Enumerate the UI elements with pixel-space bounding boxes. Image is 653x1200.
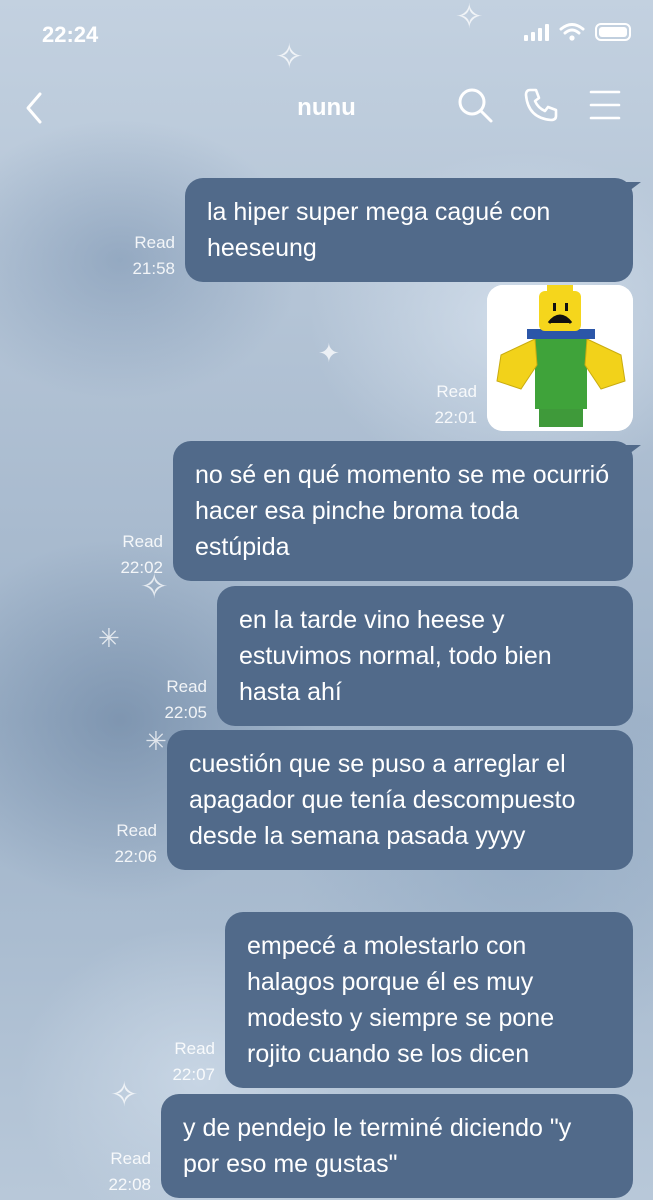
message-time: 22:08 <box>108 1175 151 1194</box>
chat-header: nunu <box>0 70 653 150</box>
message-row: Read 22:08 y de pendejo le terminé dicie… <box>108 1094 633 1198</box>
read-receipt: Read <box>110 1149 151 1168</box>
message-bubble[interactable]: no sé en qué momento se me ocurrió hacer… <box>173 441 641 581</box>
message-meta: Read 21:58 <box>132 230 175 282</box>
star-decoration-icon: ✦ <box>318 338 340 368</box>
message-bubble[interactable]: en la tarde vino heese y estuvimos norma… <box>217 586 633 726</box>
message-meta: Read 22:01 <box>434 379 477 431</box>
read-receipt: Read <box>436 382 477 401</box>
read-receipt: Read <box>166 677 207 696</box>
message-meta: Read 22:06 <box>114 818 157 870</box>
read-receipt: Read <box>116 821 157 840</box>
message-time: 22:06 <box>114 847 157 866</box>
message-meta: Read 22:08 <box>108 1146 151 1198</box>
read-receipt: Read <box>122 532 163 551</box>
message-time: 22:01 <box>434 408 477 427</box>
message-bubble[interactable]: y de pendejo le terminé diciendo "y por … <box>161 1094 633 1198</box>
status-icons <box>524 22 631 42</box>
wifi-icon <box>559 23 585 41</box>
message-time: 22:07 <box>172 1065 215 1084</box>
message-bubble[interactable]: la hiper super mega cagué con heeseung <box>185 178 641 282</box>
message-bubble[interactable]: cuestión que se puso a arreglar el apaga… <box>167 730 633 870</box>
roblox-character-image <box>487 285 633 431</box>
phone-icon[interactable] <box>522 86 560 124</box>
message-row: Read 22:05 en la tarde vino heese y estu… <box>164 586 633 726</box>
message-row: Read 22:01 <box>434 285 633 431</box>
message-row: Read 21:58 la hiper super mega cagué con… <box>132 178 641 282</box>
image-message[interactable] <box>487 285 633 431</box>
message-meta: Read 22:05 <box>164 674 207 726</box>
message-time: 22:05 <box>164 703 207 722</box>
message-row: Read 22:02 no sé en qué momento se me oc… <box>120 441 641 581</box>
search-icon[interactable] <box>456 86 494 124</box>
message-row: Read 22:07 empecé a molestarlo con halag… <box>172 912 633 1088</box>
status-time: 22:24 <box>42 22 99 47</box>
battery-icon <box>595 23 631 41</box>
read-receipt: Read <box>134 233 175 252</box>
message-time: 21:58 <box>132 259 175 278</box>
status-bar: 22:24 <box>0 0 653 70</box>
menu-icon[interactable] <box>588 86 622 124</box>
read-receipt: Read <box>174 1039 215 1058</box>
message-meta: Read 22:02 <box>120 529 163 581</box>
star-decoration-icon: ✳ <box>98 623 120 653</box>
message-row: Read 22:06 cuestión que se puso a arregl… <box>114 730 633 870</box>
message-meta: Read 22:07 <box>172 1036 215 1088</box>
message-time: 22:02 <box>120 558 163 577</box>
message-bubble[interactable]: empecé a molestarlo con halagos porque é… <box>225 912 633 1088</box>
signal-icon <box>524 23 549 41</box>
